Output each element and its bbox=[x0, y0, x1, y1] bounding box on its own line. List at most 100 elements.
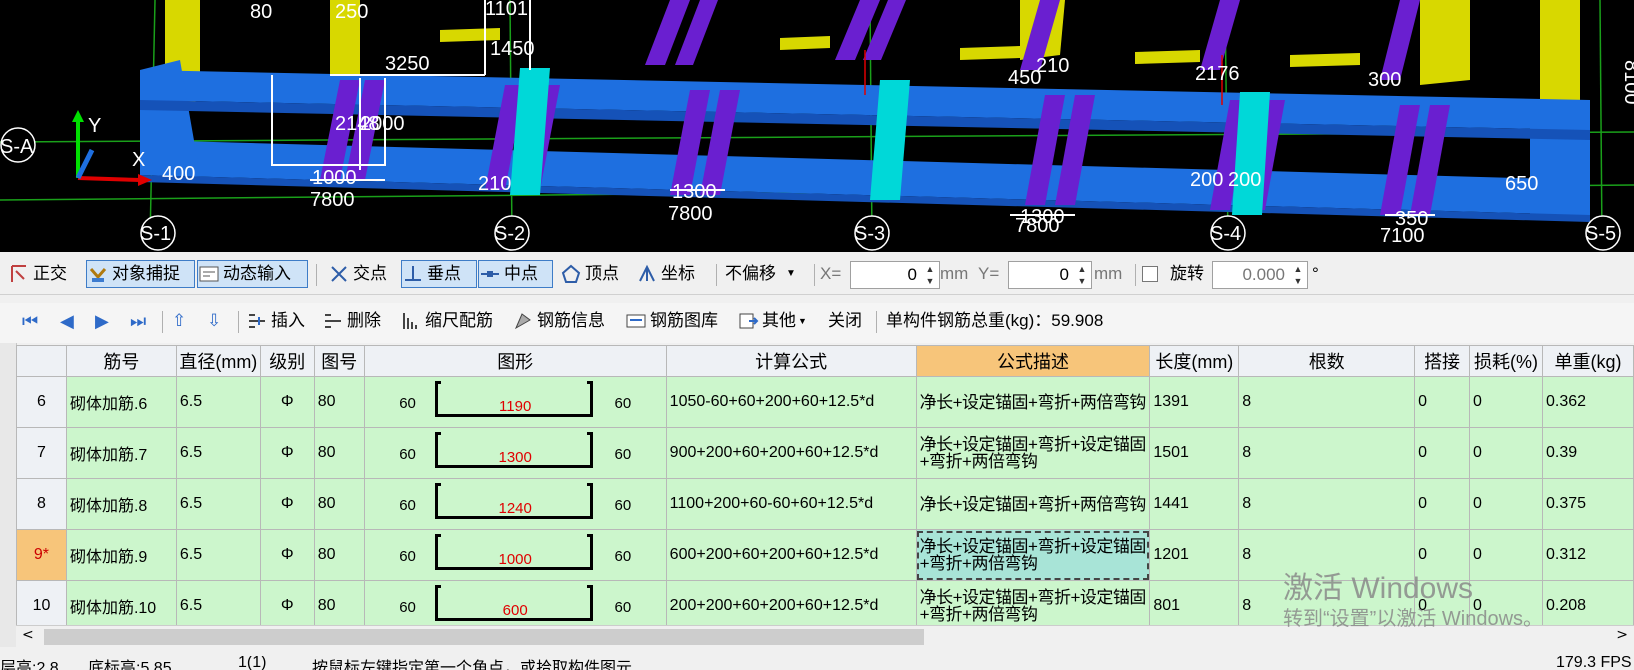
column-header[interactable]: 搭接 bbox=[1414, 345, 1471, 377]
row-number[interactable]: 8 bbox=[16, 478, 67, 530]
length-cell[interactable]: 801 bbox=[1149, 580, 1240, 625]
table-row[interactable]: 8 砌体加筋.8 6.5 Φ 80 60 1240 60 1100+200+60-60+60+1… bbox=[16, 478, 1634, 530]
close-table-button[interactable]: 关闭 bbox=[828, 307, 862, 335]
formula-description-cell[interactable]: 净长+设定锚固+弯折+设定锚固+弯折+两倍弯钩 bbox=[915, 529, 1151, 581]
shape-cell[interactable]: 60 1300 60 bbox=[363, 427, 667, 479]
dynamic-input-button[interactable]: 动态输入 bbox=[197, 260, 308, 288]
column-header[interactable] bbox=[16, 345, 67, 377]
diameter-cell[interactable]: 6.5 bbox=[175, 580, 261, 625]
formula-cell[interactable]: 600+200+60+200+60+12.5*d bbox=[665, 529, 917, 581]
model-canvas[interactable]: 80 250 1101 1450 3250 2148 2000 400 1000… bbox=[0, 0, 1634, 252]
rebar-name-cell[interactable]: 砌体加筋.10 bbox=[65, 580, 177, 625]
row-number[interactable]: 6 bbox=[16, 376, 67, 428]
shape-cell[interactable]: 60 600 60 bbox=[363, 580, 667, 625]
table-row[interactable]: 9* 砌体加筋.9 6.5 Φ 80 60 1000 60 600+200+60+200+60+… bbox=[16, 529, 1634, 581]
formula-description-cell[interactable]: 净长+设定锚固+弯折+设定锚固+弯折+两倍弯钩 bbox=[915, 580, 1151, 625]
midpoint-snap-button[interactable]: 中点 bbox=[478, 260, 553, 288]
length-cell[interactable]: 1201 bbox=[1149, 529, 1240, 581]
shape-cell[interactable]: 60 1190 60 bbox=[363, 376, 667, 428]
offset-dropdown[interactable]: 不偏移 ▼ bbox=[725, 260, 809, 288]
ortho-button[interactable]: 正交 bbox=[8, 260, 67, 288]
grade-cell[interactable]: Φ bbox=[259, 376, 315, 428]
figure-number-cell[interactable]: 80 bbox=[313, 427, 365, 479]
spinner-icon[interactable]: ▲ ▼ bbox=[1075, 263, 1089, 287]
loss-cell[interactable]: 0 bbox=[1469, 478, 1543, 530]
grade-cell[interactable]: Φ bbox=[259, 529, 315, 581]
formula-cell[interactable]: 900+200+60+200+60+12.5*d bbox=[665, 427, 917, 479]
intersection-snap-button[interactable]: 交点 bbox=[328, 260, 387, 288]
loss-cell[interactable]: 0 bbox=[1469, 376, 1543, 428]
length-cell[interactable]: 1501 bbox=[1149, 427, 1240, 479]
scrollbar-thumb[interactable] bbox=[44, 629, 924, 645]
length-cell[interactable]: 1441 bbox=[1149, 478, 1240, 530]
count-cell[interactable]: 8 bbox=[1238, 376, 1416, 428]
lap-cell[interactable]: 0 bbox=[1414, 478, 1471, 530]
column-header[interactable]: 长度(mm) bbox=[1149, 345, 1240, 377]
table-row[interactable]: 10 砌体加筋.10 6.5 Φ 80 60 600 60 200+200+60+200+60+… bbox=[16, 580, 1634, 625]
horizontal-scrollbar[interactable]: < > bbox=[16, 625, 1634, 648]
column-header[interactable]: 损耗(%) bbox=[1469, 345, 1543, 377]
vertex-snap-button[interactable]: 顶点 bbox=[560, 260, 619, 288]
count-cell[interactable]: 8 bbox=[1238, 529, 1416, 581]
column-header[interactable]: 筋号 bbox=[65, 345, 177, 377]
scale-rebar-button[interactable]: 缩尺配筋 bbox=[400, 307, 493, 335]
unit-weight-cell[interactable]: 0.375 bbox=[1541, 478, 1634, 530]
column-header[interactable]: 计算公式 bbox=[665, 345, 917, 377]
length-cell[interactable]: 1391 bbox=[1149, 376, 1240, 428]
grade-cell[interactable]: Φ bbox=[259, 478, 315, 530]
delete-button[interactable]: 删除 bbox=[322, 307, 381, 335]
rotation-input[interactable]: 0.000 ▲ ▼ bbox=[1212, 261, 1308, 289]
rebar-name-cell[interactable]: 砌体加筋.8 bbox=[65, 478, 177, 530]
lap-cell[interactable]: 0 bbox=[1414, 580, 1471, 625]
column-header[interactable]: 级别 bbox=[259, 345, 315, 377]
3d-viewport[interactable]: 80 250 1101 1450 3250 2148 2000 400 1000… bbox=[0, 0, 1634, 252]
insert-button[interactable]: 插入 bbox=[246, 307, 305, 335]
object-snap-button[interactable]: 对象捕捉 bbox=[86, 260, 195, 288]
spinner-icon[interactable]: ▲ ▼ bbox=[1291, 263, 1305, 287]
coordinate-snap-button[interactable]: 坐标 bbox=[636, 260, 695, 288]
first-record-icon[interactable]: ⏮ bbox=[22, 307, 38, 335]
other-menu-button[interactable]: 其他 ▼ bbox=[737, 307, 807, 335]
grade-cell[interactable]: Φ bbox=[259, 427, 315, 479]
perpendicular-snap-button[interactable]: 垂点 bbox=[401, 260, 477, 288]
unit-weight-cell[interactable]: 0.312 bbox=[1541, 529, 1634, 581]
loss-cell[interactable]: 0 bbox=[1469, 427, 1543, 479]
column-header-selected[interactable]: 公式描述 bbox=[915, 345, 1151, 377]
column-header[interactable]: 图形 bbox=[363, 345, 667, 377]
grade-cell[interactable]: Φ bbox=[259, 580, 315, 625]
figure-number-cell[interactable]: 80 bbox=[313, 478, 365, 530]
unit-weight-cell[interactable]: 0.39 bbox=[1541, 427, 1634, 479]
figure-number-cell[interactable]: 80 bbox=[313, 529, 365, 581]
checkbox-icon[interactable] bbox=[1142, 266, 1158, 282]
table-row[interactable]: 6 砌体加筋.6 6.5 Φ 80 60 1190 60 1050-60+60+200+60+1… bbox=[16, 376, 1634, 428]
lap-cell[interactable]: 0 bbox=[1414, 529, 1471, 581]
formula-description-cell[interactable]: 净长+设定锚固+弯折+两倍弯钩 bbox=[915, 376, 1151, 428]
row-number[interactable]: 7 bbox=[16, 427, 67, 479]
diameter-cell[interactable]: 6.5 bbox=[175, 427, 261, 479]
rebar-info-button[interactable]: 钢筋信息 bbox=[512, 307, 605, 335]
next-record-icon[interactable]: ▶ bbox=[95, 307, 109, 335]
formula-cell[interactable]: 200+200+60+200+60+12.5*d bbox=[665, 580, 917, 625]
loss-cell[interactable]: 0 bbox=[1469, 580, 1543, 625]
diameter-cell[interactable]: 6.5 bbox=[175, 376, 261, 428]
y-offset-input[interactable]: 0 ▲ ▼ bbox=[1008, 261, 1092, 289]
lap-cell[interactable]: 0 bbox=[1414, 376, 1471, 428]
previous-record-icon[interactable]: ◀ bbox=[60, 307, 74, 335]
column-header[interactable]: 图号 bbox=[313, 345, 365, 377]
loss-cell[interactable]: 0 bbox=[1469, 529, 1543, 581]
count-cell[interactable]: 8 bbox=[1238, 478, 1416, 530]
rebar-name-cell[interactable]: 砌体加筋.6 bbox=[65, 376, 177, 428]
count-cell[interactable]: 8 bbox=[1238, 427, 1416, 479]
formula-description-cell[interactable]: 净长+设定锚固+弯折+设定锚固+弯折+两倍弯钩 bbox=[915, 427, 1151, 479]
diameter-cell[interactable]: 6.5 bbox=[175, 478, 261, 530]
rebar-name-cell[interactable]: 砌体加筋.9 bbox=[65, 529, 177, 581]
scroll-left-icon[interactable]: < bbox=[22, 627, 34, 643]
column-header[interactable]: 单重(kg) bbox=[1541, 345, 1634, 377]
formula-description-cell[interactable]: 净长+设定锚固+弯折+两倍弯钩 bbox=[915, 478, 1151, 530]
shape-cell[interactable]: 60 1000 60 bbox=[363, 529, 667, 581]
spinner-icon[interactable]: ▲ ▼ bbox=[923, 263, 937, 287]
lap-cell[interactable]: 0 bbox=[1414, 427, 1471, 479]
formula-cell[interactable]: 1050-60+60+200+60+12.5*d bbox=[665, 376, 917, 428]
row-number[interactable]: 9* bbox=[16, 529, 67, 581]
count-cell[interactable]: 8 bbox=[1238, 580, 1416, 625]
